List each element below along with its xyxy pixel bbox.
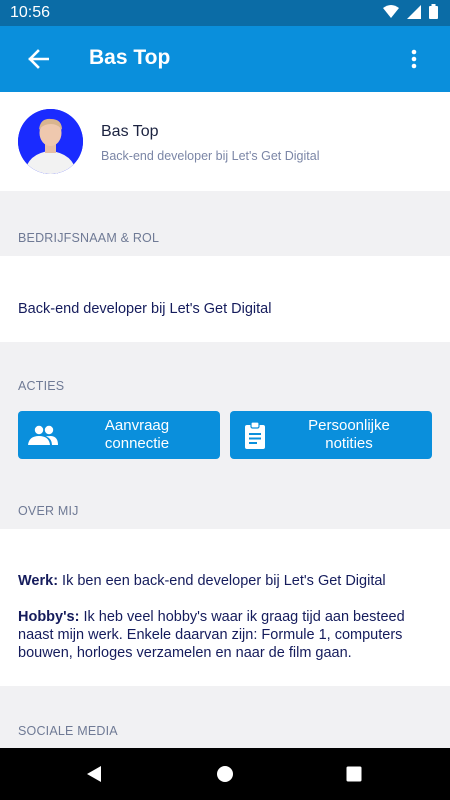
more-vert-icon <box>411 49 417 69</box>
nav-home-button[interactable] <box>213 762 237 786</box>
app-bar: Bas Top <box>0 26 450 92</box>
work-text: Ik ben een back-end developer bij Let's … <box>58 573 386 589</box>
battery-icon <box>429 4 438 19</box>
system-nav-bar <box>0 748 450 800</box>
profile-name: Bas Top <box>101 123 159 140</box>
back-button[interactable] <box>22 43 54 75</box>
company-block: Back-end developer bij Let's Get Digital <box>0 256 450 342</box>
request-connection-label: Aanvraag connectie <box>104 417 170 452</box>
about-section-heading: OVER MIJ <box>18 504 79 518</box>
status-bar: 10:56 <box>0 0 450 26</box>
profile-card: Bas Top Back-end developer bij Let's Get… <box>0 92 450 191</box>
personal-notes-label: Persoonlijke notities <box>308 417 390 452</box>
clipboard-icon <box>230 411 280 459</box>
social-section-heading: SOCIALE MEDIA <box>18 724 118 738</box>
people-icon <box>18 411 68 459</box>
personal-notes-button[interactable]: Persoonlijke notities <box>230 411 432 459</box>
hobby-label: Hobby's: <box>18 609 80 625</box>
about-block: Werk: Ik ben een back-end developer bij … <box>0 529 450 686</box>
nav-recents-button[interactable] <box>342 762 366 786</box>
signal-icon <box>407 4 421 19</box>
hobby-paragraph: Hobby's: Ik heb veel hobby's waar ik gra… <box>18 608 432 662</box>
circle-home-icon <box>217 766 233 782</box>
work-label: Werk: <box>18 573 59 589</box>
nav-back-button[interactable] <box>82 762 106 786</box>
work-paragraph: Werk: Ik ben een back-end developer bij … <box>18 572 432 590</box>
profile-subtitle: Back-end developer bij Let's Get Digital <box>101 149 320 163</box>
triangle-back-icon <box>87 766 101 782</box>
status-time: 10:56 <box>10 4 51 21</box>
request-connection-button[interactable]: Aanvraag connectie <box>18 411 220 459</box>
status-icons <box>383 4 438 19</box>
app-title: Bas Top <box>89 46 171 69</box>
company-role-text: Back-end developer bij Let's Get Digital <box>18 301 272 317</box>
company-section-heading: BEDRIJFSNAAM & ROL <box>18 231 160 245</box>
arrow-back-icon <box>28 49 49 69</box>
actions-section-heading: ACTIES <box>18 379 65 393</box>
wifi-icon <box>383 4 399 18</box>
square-recents-icon <box>346 766 362 782</box>
avatar <box>18 109 83 174</box>
more-options-button[interactable] <box>402 43 426 75</box>
